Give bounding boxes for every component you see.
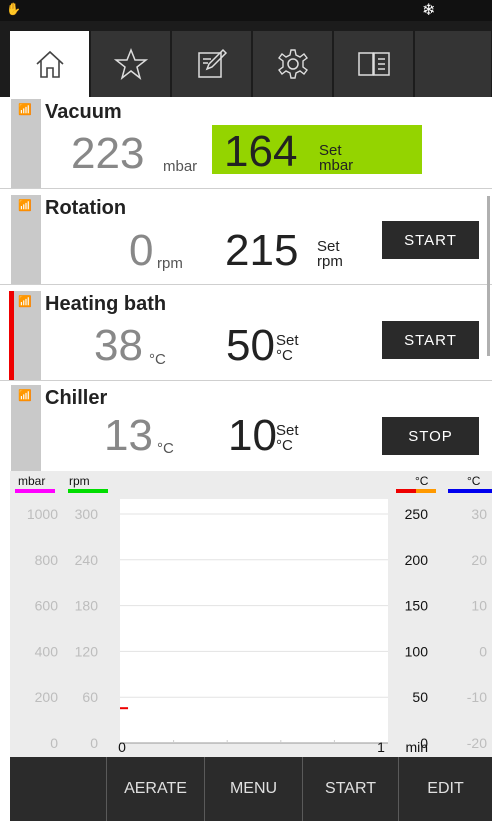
tab-empty [415, 31, 492, 97]
bath-tick-label: 50 [412, 689, 428, 705]
rotation-start-button[interactable]: START [382, 221, 479, 259]
bath-tick-label: 150 [405, 598, 429, 614]
tab-manual[interactable] [334, 31, 414, 97]
mbar-tick-label: 800 [35, 552, 59, 568]
chiller-label: Chiller [45, 387, 108, 409]
chiller-value: 13 [104, 411, 153, 460]
rpm-tick-label: 120 [75, 643, 99, 659]
heating-indicator-bar [9, 291, 14, 380]
bath-tick-label: 100 [405, 643, 429, 659]
rotation-unit: rpm [157, 255, 183, 272]
vacuum-value: 223 [71, 129, 145, 178]
vacuum-set-value: 164 [224, 127, 298, 176]
chiller-stop-button[interactable]: STOP [382, 417, 479, 455]
rotation-set-unit: rpm [317, 253, 343, 270]
vacuum-panel[interactable]: 📶 Vacuum 223 mbar 164 Set mbar [0, 99, 492, 189]
graph-icon[interactable]: 📶 [18, 103, 32, 116]
plot-background [120, 499, 388, 743]
chiller-set-unit: °C [276, 437, 293, 454]
chiller-tick-label: 10 [471, 598, 487, 614]
bottom-bar: AERATE MENU START EDIT [10, 757, 492, 821]
rpm-tick-label: 240 [75, 552, 99, 568]
tab-edit[interactable] [172, 31, 252, 97]
vacuum-label: Vacuum [45, 101, 122, 123]
x-tick-label: 0 [118, 739, 126, 755]
heating-value: 38 [94, 321, 143, 370]
rotation-set-value: 215 [225, 226, 299, 275]
start-button[interactable]: START [302, 757, 398, 821]
graph-icon[interactable]: 📶 [18, 389, 32, 402]
star-icon [113, 47, 148, 80]
mbar-tick-label: 1000 [27, 506, 58, 522]
heating-bath-panel[interactable]: 📶 Heating bath 38 °C 50 Set °C START [0, 291, 492, 381]
heating-label: Heating bath [45, 293, 167, 315]
manual-icon [357, 52, 390, 76]
chiller-tick-label: -20 [467, 735, 487, 751]
hand-icon: ✋ [6, 2, 21, 16]
chiller-tick-label: -10 [467, 689, 487, 705]
mbar-tick-label: 0 [50, 735, 58, 751]
tab-bar [0, 21, 492, 97]
x-unit-label: min [405, 739, 428, 755]
bath-tick-label: 200 [405, 552, 429, 568]
rotation-value: 0 [129, 226, 154, 275]
heating-set-value: 50 [226, 321, 275, 370]
graph-icon[interactable]: 📶 [18, 199, 32, 212]
vacuum-set-unit: mbar [319, 157, 354, 174]
graph-icon[interactable]: 📶 [18, 295, 32, 308]
home-icon [35, 50, 64, 78]
scrollbar[interactable] [487, 196, 490, 356]
trend-chart: mbar rpm °C °C 1000 300 250 30 800 240 200 20 60… [10, 471, 492, 757]
rotation-panel[interactable]: 📶 Rotation 0 rpm 215 Set rpm START [0, 195, 492, 285]
rpm-tick-label: 300 [75, 506, 99, 522]
heating-set-unit: °C [276, 347, 293, 364]
snowflake-icon: ❄ [422, 2, 436, 19]
edit-button[interactable]: EDIT [398, 757, 492, 821]
chiller-tick-label: 20 [471, 552, 487, 568]
rpm-tick-label: 0 [90, 735, 98, 751]
aerate-button[interactable]: AERATE [106, 757, 204, 821]
tab-settings[interactable] [253, 31, 333, 97]
tab-home[interactable] [10, 31, 90, 97]
chiller-tick-label: 30 [471, 506, 487, 522]
bath-tick-label: 250 [405, 506, 429, 522]
edit-icon [197, 48, 227, 78]
chiller-set-value: 10 [228, 411, 277, 460]
rpm-tick-label: 60 [82, 689, 98, 705]
status-bar: ✋ ❄ [0, 0, 492, 21]
heating-unit: °C [149, 351, 166, 368]
x-tick-label: 1 [377, 739, 385, 755]
mbar-tick-label: 400 [35, 643, 59, 659]
chiller-tick-label: 0 [479, 643, 487, 659]
rpm-tick-label: 180 [75, 598, 99, 614]
mbar-tick-label: 600 [35, 598, 59, 614]
chiller-unit: °C [157, 440, 174, 457]
gear-icon [277, 49, 308, 79]
vacuum-unit: mbar [163, 158, 198, 175]
plot-area: 1000 300 250 30800 240 200 20600 180 150 10400 120… [27, 499, 487, 755]
chiller-panel[interactable]: 📶 Chiller 13 °C 10 Set °C STOP [0, 385, 492, 471]
menu-button[interactable]: MENU [204, 757, 302, 821]
tab-favorites[interactable] [91, 31, 171, 97]
mbar-tick-label: 200 [35, 689, 59, 705]
heating-start-button[interactable]: START [382, 321, 479, 359]
rotation-label: Rotation [45, 197, 127, 219]
